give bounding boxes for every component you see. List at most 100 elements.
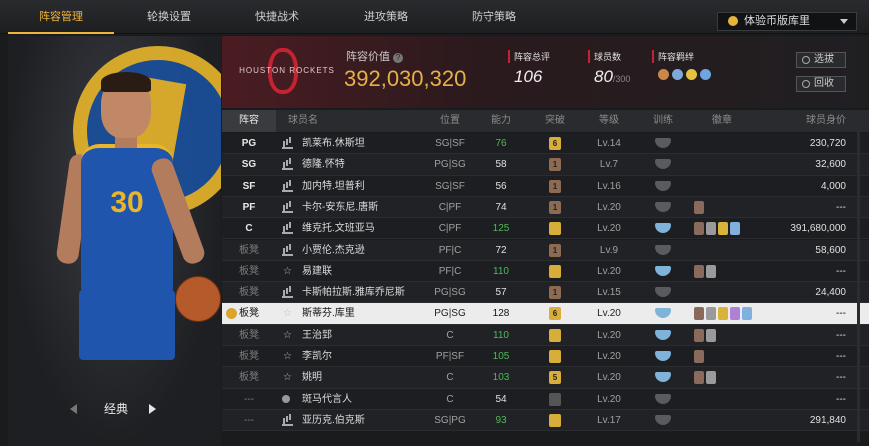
lineup-dropdown[interactable]: 体验币版库里 [717,12,857,31]
player-value: 391,680,000 [790,223,846,235]
tier-badge-icon: 1 [549,179,561,193]
col-breakthrough[interactable]: 突破 [528,110,582,132]
tab-rotation-settings[interactable]: 轮换设置 [116,0,222,34]
tier-badge-icon: 1 [549,200,561,214]
table-row[interactable]: 板凳 ☆ 易建联 PF|C 110 Lv.20 --- [222,260,869,283]
player-name-text: 维克托.文班亚马 [302,223,375,235]
player-position: C|PF [438,223,462,235]
breakthrough-badge: 1 [528,197,582,218]
table-row[interactable]: 板凳 小贾伦.杰克逊 PF|C 72 1 Lv.9 58,600 [222,239,869,261]
player-name-text: 斯蒂芬.库里 [302,308,355,320]
lineup-slot: --- [244,393,254,405]
badge-list [694,200,706,214]
player-position: C|PF [438,201,462,213]
badge-icon [694,307,704,321]
training-indicator [636,218,690,239]
team-logo: HOUSTON ROCKETS [232,42,342,102]
badge-icon [694,222,704,236]
lineup-slot: C [245,223,253,235]
training-indicator [636,197,690,218]
tab-offense-strategy[interactable]: 进攻策略 [333,0,439,34]
table-row[interactable]: PF 卡尔-安东尼.唐斯 C|PF 74 1 Lv.20 --- [222,196,869,219]
table-row[interactable]: --- 斑马代言人 C 54 Lv.20 --- [222,388,869,410]
player-name-text: 小贾伦.杰克逊 [302,244,365,256]
tier-badge-icon [549,222,561,236]
table-row[interactable]: 板凳 ☆ 姚明 C 103 5 Lv.20 --- [222,367,869,389]
card-icon [282,159,293,171]
card-icon [282,138,293,149]
player-ability: 93 [495,414,507,426]
player-position: C [446,372,454,384]
top-nav: 阵容管理 轮换设置 快捷战术 进攻策略 防守策略 体验币版库里 [0,0,869,34]
player-ability: 58 [495,159,507,171]
table-row[interactable]: SG 德隆.怀特 PG|SG 58 1 Lv.7 32,600 [222,154,869,176]
team-banner: HOUSTON ROCKETS 阵容价值? 392,030,320 阵容总评 1… [222,36,869,108]
breakthrough-badge: 6 [528,303,582,324]
chevron-down-icon [840,19,848,24]
player-name: ☆ 李凯尔 [280,346,426,367]
player-name-text: 易建联 [302,265,332,277]
badge-list [694,350,706,363]
badge-list [694,264,718,278]
table-row[interactable]: C 维克托.文班亚马 C|PF 125 Lv.20 391,680,000 [222,218,869,240]
next-arrow-icon[interactable] [149,404,156,414]
breakthrough-badge: 5 [528,367,582,388]
help-icon[interactable]: ? [393,53,403,63]
player-name: ☆ 易建联 [280,261,426,282]
dropdown-value: 体验币版库里 [744,15,810,27]
table-row[interactable]: PG 凯莱布.休斯坦 SG|SF 76 6 Lv.14 230,720 [222,133,869,155]
breakthrough-badge [528,218,582,239]
badge-list [694,371,718,385]
col-player-name[interactable]: 球员名 [276,110,426,132]
player-ability: 110 [493,265,509,277]
badge-icon [706,264,716,278]
player-name-text: 德隆.怀特 [302,159,345,171]
player-name-text: 李凯尔 [302,351,332,362]
player-count: 80 [594,67,613,86]
player-name: ☆ 斯蒂芬.库里 [280,303,426,324]
table-row[interactable]: 板凳 ☆ 王治郅 C 110 Lv.20 --- [222,324,869,346]
badge-icon [730,307,740,321]
tab-quick-tactics[interactable]: 快捷战术 [224,0,330,34]
col-level[interactable]: 等级 [582,110,636,132]
training-indicator [636,325,690,346]
col-badges[interactable]: 徽章 [690,110,754,132]
player-value: 58,600 [815,244,846,256]
player-ability: 103 [492,372,510,384]
breakthrough-badge [528,261,582,282]
training-icon [655,159,671,170]
player-position: C [446,393,454,405]
player-position: PG|SG [434,308,466,320]
card-label: 经典 [103,402,128,416]
badge-list [694,307,754,321]
col-position[interactable]: 位置 [426,110,474,132]
player-position: SG|PG [434,414,466,426]
recycle-button[interactable]: 回收 [796,76,846,92]
breakthrough-badge: 1 [528,240,582,261]
col-ability[interactable]: 能力 [474,110,528,132]
table-scrollbar[interactable] [857,132,860,442]
training-indicator [636,410,690,431]
col-training[interactable]: 训练 [636,110,690,132]
breakthrough-badge [528,346,582,367]
player-name: 凯莱布.休斯坦 [280,133,426,154]
table-row[interactable]: --- 亚历克.伯克斯 SG|PG 93 Lv.17 291,840 [222,409,869,432]
table-row[interactable]: 板凳 卡斯帕拉斯.雅库乔尼斯 PG|SG 57 1 Lv.15 24,400 [222,282,869,304]
col-lineup[interactable]: 阵容 [222,110,276,132]
training-icon [655,329,671,340]
prev-arrow-icon[interactable] [70,404,77,414]
player-position: PF|C [438,265,462,277]
player-value: 24,400 [815,287,846,299]
player-ability: 56 [495,180,507,192]
lineup-slot: 板凳 [239,372,259,384]
tier-badge-icon [549,264,561,278]
tab-lineup-management[interactable]: 阵容管理 [8,0,114,34]
select-button[interactable]: 选拔 [796,52,846,68]
table-row[interactable]: SF 加内特.坦普利 SG|SF 56 1 Lv.16 4,000 [222,175,869,197]
player-level: Lv.17 [597,414,621,426]
table-row[interactable]: 板凳 ☆ 斯蒂芬.库里 PG|SG 128 6 Lv.20 --- [222,303,869,325]
table-row[interactable]: 板凳 ☆ 李凯尔 PF|SF 105 Lv.20 --- [222,346,869,368]
tab-defense-strategy[interactable]: 防守策略 [441,0,547,34]
bond-icon [686,69,697,80]
col-player-value[interactable]: 球员身价 [754,110,858,132]
